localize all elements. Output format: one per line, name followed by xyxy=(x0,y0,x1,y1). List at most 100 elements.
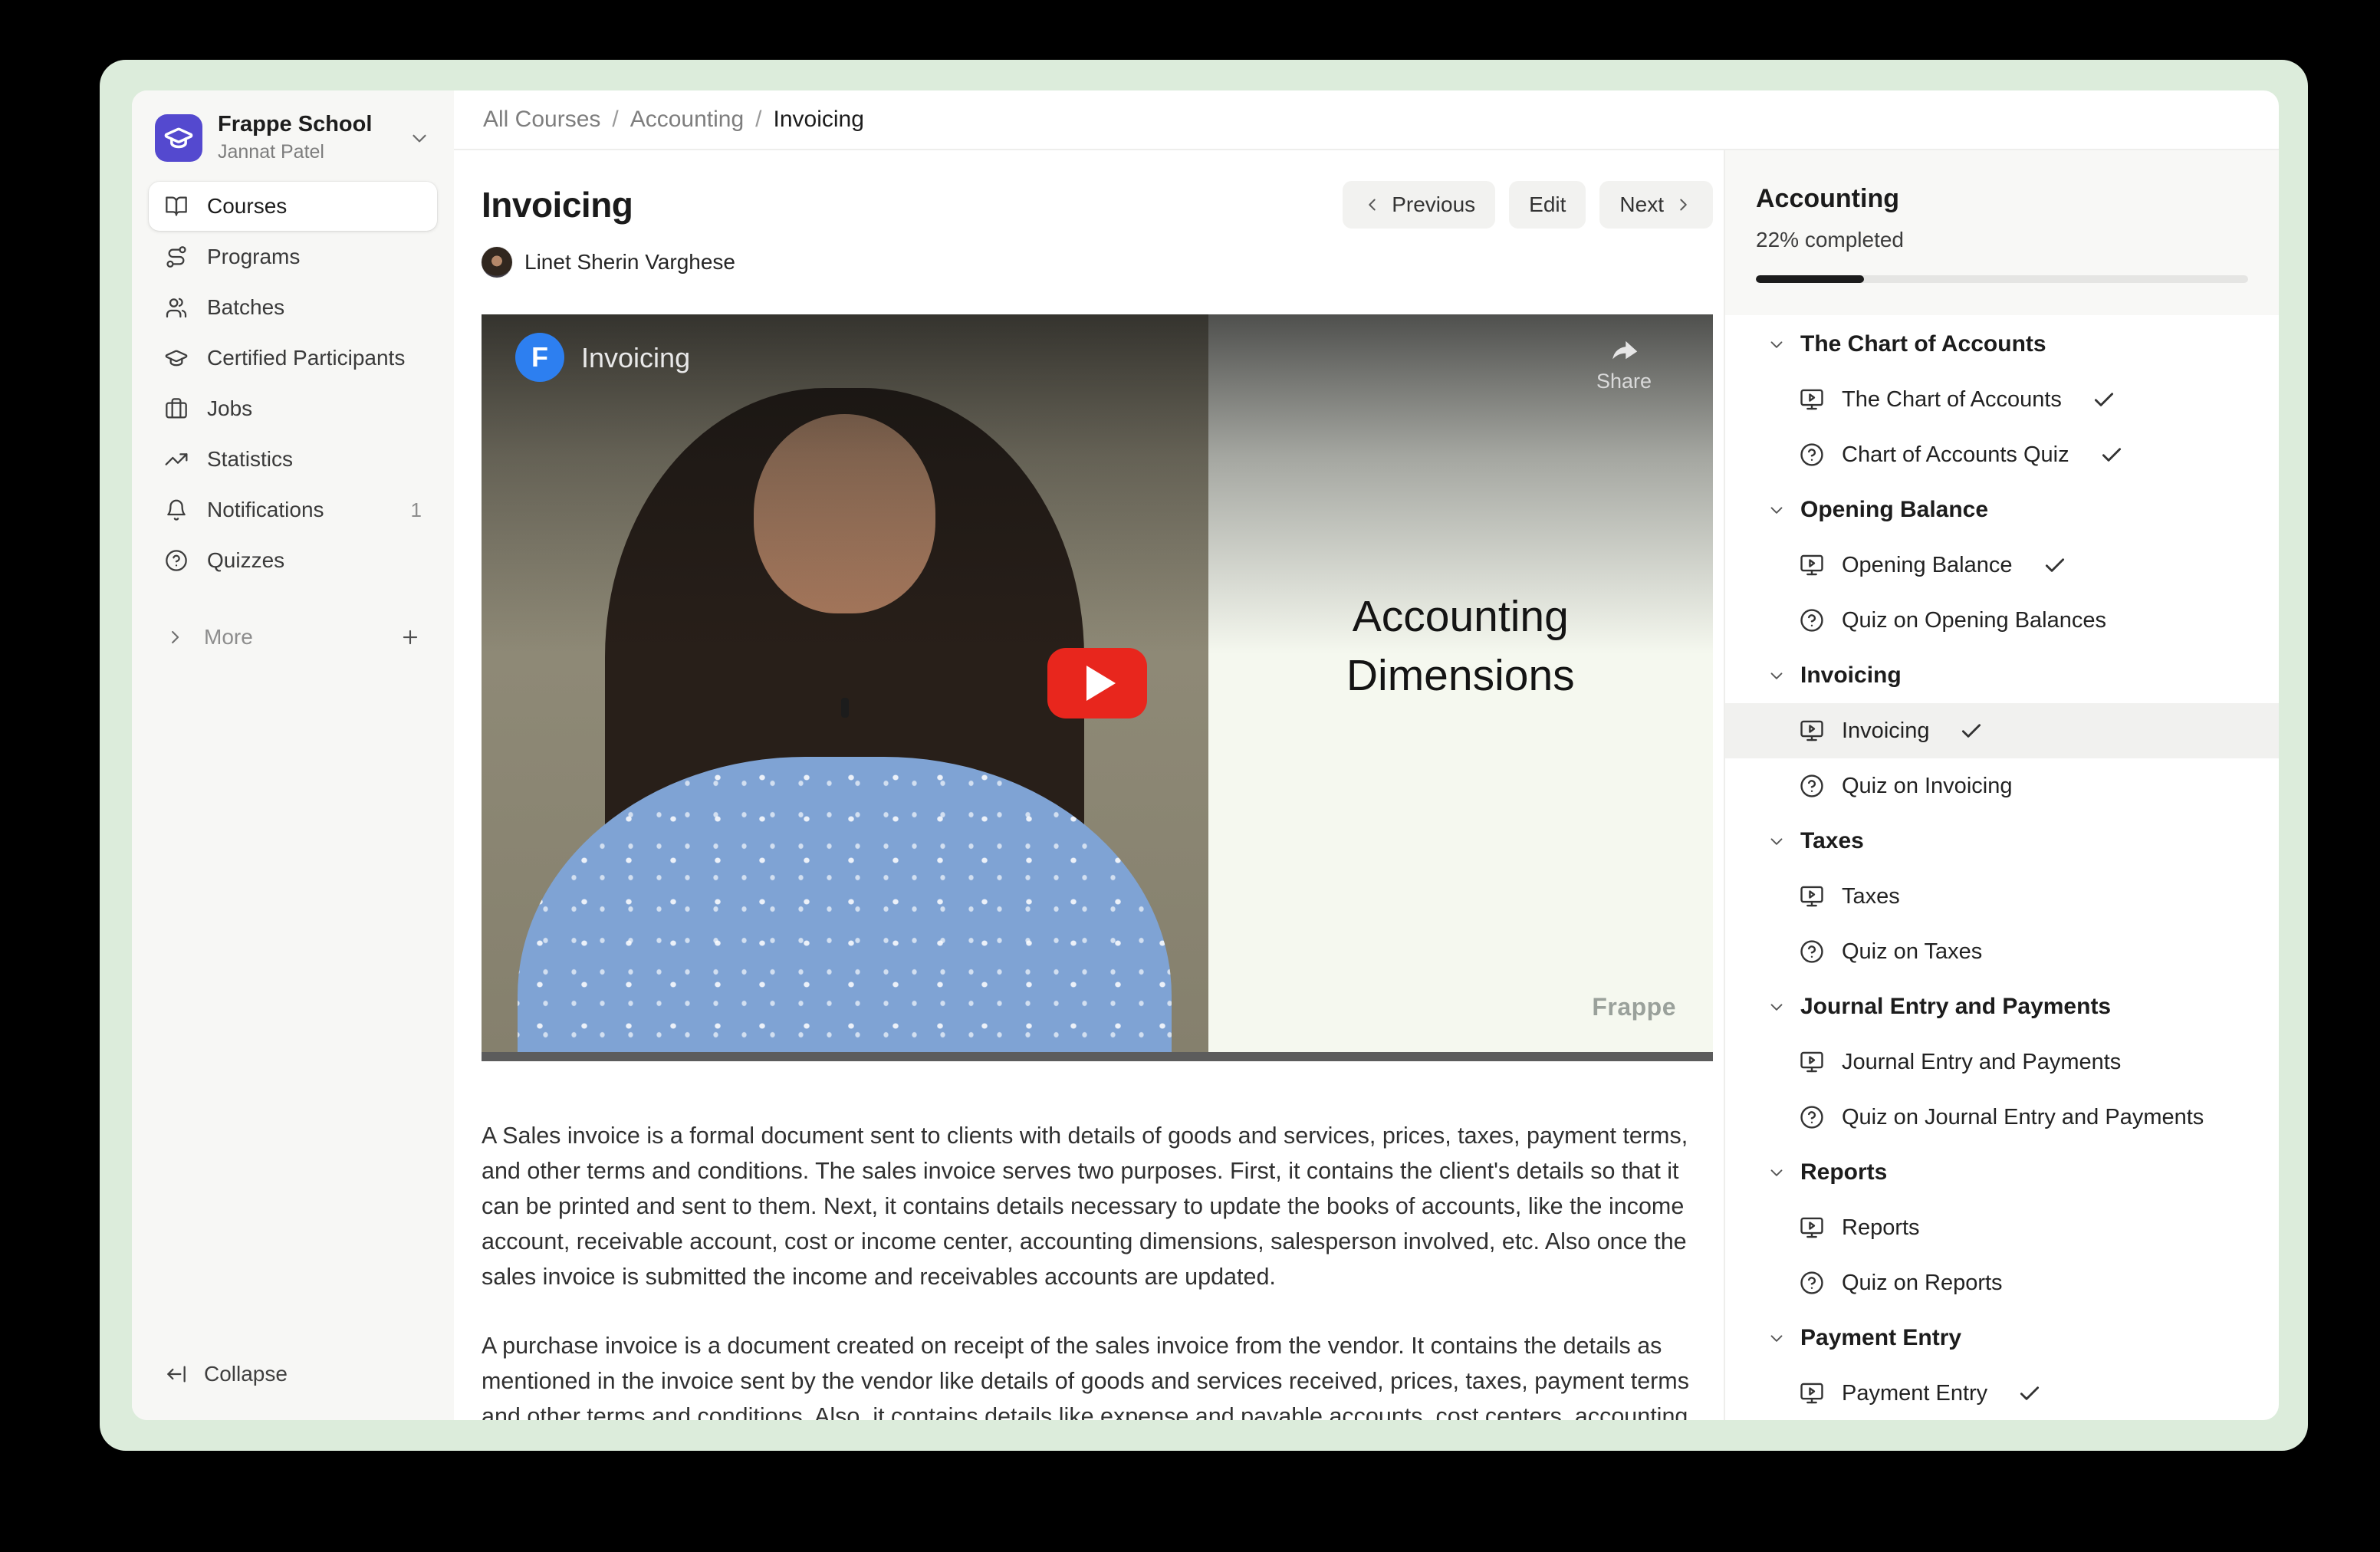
outline-section-invoicing[interactable]: Invoicing xyxy=(1725,648,2279,703)
outline-lesson-quiz-on-invoicing[interactable]: Quiz on Invoicing xyxy=(1725,758,2279,814)
sidebar-item-more[interactable]: More xyxy=(149,614,437,660)
book-open-icon xyxy=(164,194,189,219)
outline-section-title: The Chart of Accounts xyxy=(1800,331,2046,357)
outline-lesson-title: Chart of Accounts Quiz xyxy=(1842,442,2069,468)
sidebar-item-notifications[interactable]: Notifications1 xyxy=(149,485,437,534)
graduation-cap-icon xyxy=(164,346,189,370)
lesson-actions: Previous Edit Next xyxy=(1343,181,1713,229)
outline-section-taxes[interactable]: Taxes xyxy=(1725,814,2279,869)
help-circle-icon xyxy=(1799,1270,1825,1296)
sidebar-item-label: Jobs xyxy=(207,396,252,421)
course-outline-panel: Accounting 22% completed The Chart of Ac… xyxy=(1724,150,2279,1420)
outline-lesson-taxes[interactable]: Taxes xyxy=(1725,869,2279,924)
chevron-right-icon xyxy=(164,626,186,648)
outline-section-title: Opening Balance xyxy=(1800,497,1988,523)
app-title: Frappe School xyxy=(218,112,393,137)
sidebar-item-courses[interactable]: Courses xyxy=(149,182,437,231)
breadcrumb-accounting[interactable]: Accounting xyxy=(630,107,744,133)
outline-lesson-invoicing[interactable]: Invoicing xyxy=(1725,703,2279,758)
next-button[interactable]: Next xyxy=(1599,181,1713,229)
outline-lesson-reports[interactable]: Reports xyxy=(1725,1200,2279,1255)
outline-section-title: Invoicing xyxy=(1800,663,1902,689)
play-button[interactable] xyxy=(1047,648,1147,718)
outline-section-the-chart-of-accounts[interactable]: The Chart of Accounts xyxy=(1725,317,2279,372)
title-row: Invoicing Previous Edit xyxy=(482,181,1713,229)
sidebar-item-statistics[interactable]: Statistics xyxy=(149,435,437,484)
progress-bar xyxy=(1756,275,2248,283)
progress-fill xyxy=(1756,275,1864,283)
outline-section-title: Reports xyxy=(1800,1159,1887,1185)
outline-lesson-quiz-on-opening-balances[interactable]: Quiz on Opening Balances xyxy=(1725,593,2279,648)
outline-lesson-opening-balance[interactable]: Opening Balance xyxy=(1725,538,2279,593)
collapse-icon xyxy=(164,1362,189,1386)
outline-lesson-quiz-on-journal-entry-and-payments[interactable]: Quiz on Journal Entry and Payments xyxy=(1725,1090,2279,1145)
app-window: Frappe School Jannat Patel Courses Progra… xyxy=(132,90,2279,1420)
chevron-down-icon xyxy=(1767,997,1787,1017)
help-circle-icon xyxy=(1799,939,1825,965)
outline-lesson-title: Opening Balance xyxy=(1842,553,2013,578)
outline-lesson-quiz-on-taxes[interactable]: Quiz on Taxes xyxy=(1725,924,2279,979)
video-channel-avatar[interactable]: F xyxy=(515,333,564,382)
presenter-face xyxy=(754,414,935,613)
outline-lesson-title: The Chart of Accounts xyxy=(1842,387,2062,413)
outline-lesson-payment-entry[interactable]: Payment Entry xyxy=(1725,1366,2279,1420)
chevron-down-icon xyxy=(1767,666,1787,686)
sidebar-item-batches[interactable]: Batches xyxy=(149,283,437,332)
outline-section-payment-entry[interactable]: Payment Entry xyxy=(1725,1310,2279,1366)
outline-lesson-title: Quiz on Invoicing xyxy=(1842,774,2012,799)
outline-lesson-journal-entry-and-payments[interactable]: Journal Entry and Payments xyxy=(1725,1034,2279,1090)
sidebar-item-label: Batches xyxy=(207,295,284,320)
edit-button[interactable]: Edit xyxy=(1509,181,1586,229)
author-name: Linet Sherin Varghese xyxy=(524,250,735,275)
content-row: Invoicing Previous Edit xyxy=(454,150,2279,1420)
breadcrumb-separator: / xyxy=(755,107,761,133)
outline-lesson-title: Quiz on Reports xyxy=(1842,1271,2003,1296)
outline-section-reports[interactable]: Reports xyxy=(1725,1145,2279,1200)
chevron-down-icon[interactable] xyxy=(408,127,431,150)
sidebar-item-certified-participants[interactable]: Certified Participants xyxy=(149,334,437,383)
share-button[interactable]: Share xyxy=(1596,334,1652,393)
previous-button[interactable]: Previous xyxy=(1343,181,1495,229)
outline-section-journal-entry-and-payments[interactable]: Journal Entry and Payments xyxy=(1725,979,2279,1034)
sidebar-item-quizzes[interactable]: Quizzes xyxy=(149,536,437,585)
sidebar-item-programs[interactable]: Programs xyxy=(149,232,437,281)
frappe-watermark: Frappe xyxy=(1592,993,1676,1021)
breadcrumb-all-courses[interactable]: All Courses xyxy=(483,107,600,133)
slide-line-1: Accounting xyxy=(1346,587,1575,646)
graduation-cap-icon xyxy=(163,123,194,153)
check-icon xyxy=(2042,552,2068,578)
previous-label: Previous xyxy=(1392,192,1475,217)
chevron-down-icon xyxy=(1767,831,1787,851)
outline-lesson-title: Invoicing xyxy=(1842,718,1929,744)
help-circle-icon xyxy=(1799,442,1825,468)
user-name: Jannat Patel xyxy=(218,141,393,163)
outline-lesson-title: Taxes xyxy=(1842,884,1900,909)
outline-lesson-title: Quiz on Journal Entry and Payments xyxy=(1842,1105,2204,1130)
slide-text: Accounting Dimensions xyxy=(1346,587,1575,705)
outline-lesson-chart-of-accounts-quiz[interactable]: Chart of Accounts Quiz xyxy=(1725,427,2279,482)
monitor-play-icon xyxy=(1799,1215,1825,1241)
outline-lesson-quiz-on-reports[interactable]: Quiz on Reports xyxy=(1725,1255,2279,1310)
sidebar-item-jobs[interactable]: Jobs xyxy=(149,384,437,433)
plus-icon[interactable] xyxy=(399,626,422,649)
help-circle-icon xyxy=(1799,773,1825,799)
video-player[interactable]: Accounting Dimensions Frappe F Invoicing xyxy=(482,314,1713,1052)
outline-section-title: Taxes xyxy=(1800,828,1864,854)
outline-lesson-the-chart-of-accounts[interactable]: The Chart of Accounts xyxy=(1725,372,2279,427)
edit-label: Edit xyxy=(1529,192,1566,217)
breadcrumb-separator: / xyxy=(612,107,618,133)
outline-section-opening-balance[interactable]: Opening Balance xyxy=(1725,482,2279,538)
outline-lesson-title: Reports xyxy=(1842,1215,1920,1241)
app-frame: Frappe School Jannat Patel Courses Progra… xyxy=(100,60,2308,1451)
video-progress-strip[interactable] xyxy=(482,1052,1713,1061)
sidebar-item-label: Quizzes xyxy=(207,548,284,573)
collapse-label: Collapse xyxy=(204,1362,288,1386)
workspace-switcher[interactable]: Frappe School Jannat Patel xyxy=(149,110,437,182)
collapse-sidebar-button[interactable]: Collapse xyxy=(149,1351,437,1397)
route-icon xyxy=(164,245,189,269)
video-overlay-title[interactable]: Invoicing xyxy=(581,342,690,374)
chevron-left-icon xyxy=(1363,195,1382,215)
outline-header: Accounting 22% completed xyxy=(1725,150,2279,315)
frappe-school-logo xyxy=(155,114,202,162)
sidebar-item-label: Courses xyxy=(207,194,287,219)
